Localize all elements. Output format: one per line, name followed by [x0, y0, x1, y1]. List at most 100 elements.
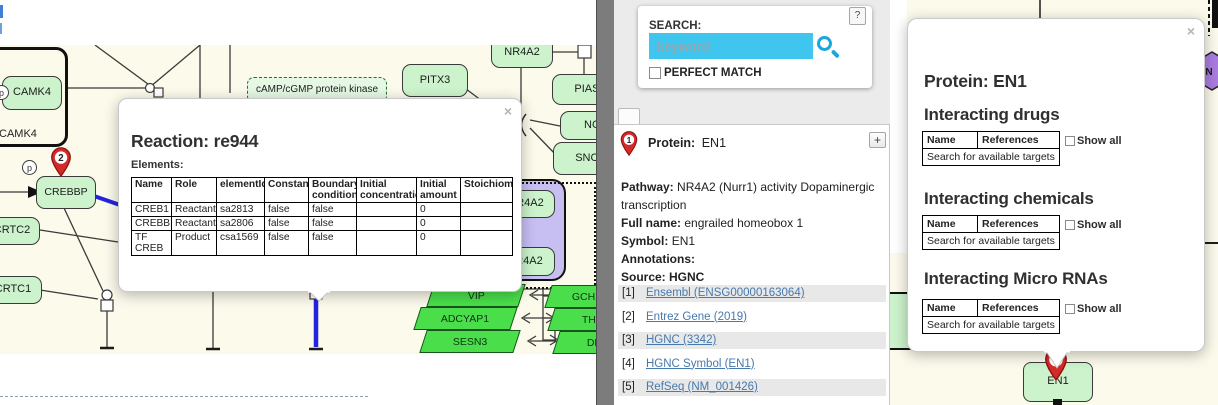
- search-input[interactable]: [649, 33, 813, 59]
- annotation-number: [2]: [622, 311, 646, 323]
- chemicals-table: NameReferences Search for available targ…: [922, 215, 1060, 250]
- node-pias4[interactable]: PIAS4: [552, 74, 596, 105]
- show-all-checkbox[interactable]: [1065, 220, 1075, 230]
- table-header-row: NameRole elementIdConstant Boundary cond…: [132, 178, 513, 203]
- search-card: SEARCH: PERFECT MATCH: [638, 6, 872, 88]
- phospho-badge: p: [22, 160, 37, 175]
- annotation-row: [1]Ensembl (ENSG00000163064): [618, 285, 886, 302]
- reaction-elements-table: NameRole elementIdConstant Boundary cond…: [131, 177, 513, 256]
- col-name: Name: [923, 300, 978, 317]
- perfect-match-label: PERFECT MATCH: [664, 67, 762, 79]
- annotation-row: [4]HGNC Symbol (EN1): [618, 356, 886, 373]
- map-bottom-margin: [0, 354, 596, 405]
- results-body: 1 Protein: EN1 + Pathway: NR4A2 (Nurr1) …: [614, 124, 890, 405]
- show-all-chemicals: Show all: [1065, 219, 1122, 231]
- right-map-canvas[interactable]: N EN1 1 × Protein: EN1 Interacting drugs…: [890, 0, 1218, 405]
- annotation-number: [3]: [622, 334, 646, 346]
- map-edge-fragment: [0, 23, 2, 34]
- elements-label: Elements:: [131, 159, 184, 171]
- annotation-row: [5]RefSeq (NM_001426): [618, 379, 886, 396]
- section-heading-mirnas: Interacting Micro RNAs: [924, 269, 1108, 289]
- result-title: Protein: EN1: [648, 136, 726, 150]
- node-crtc2[interactable]: CRTC2: [0, 217, 40, 245]
- pathway-field: Pathway: NR4A2 (Nurr1) activity Dopamine…: [621, 178, 879, 214]
- show-all-checkbox[interactable]: [1065, 304, 1075, 314]
- annotations-label: Annotations:: [621, 250, 879, 268]
- source-field: Source: HGNC: [621, 268, 879, 286]
- section-heading-drugs: Interacting drugs: [924, 105, 1059, 125]
- left-map-canvas[interactable]: CAMK4 CAMK4 p cAMP/cGMP protein kinase P…: [0, 0, 596, 405]
- close-icon[interactable]: ×: [504, 104, 512, 118]
- reaction-popup: × Reaction: re944 Elements: NameRole ele…: [118, 98, 522, 292]
- result-pin-icon: 1: [620, 131, 638, 156]
- col-name: Name: [923, 132, 978, 149]
- en1-popup: × Protein: EN1 Interacting drugs NameRef…: [907, 18, 1205, 352]
- en1-popup-title: Protein: EN1: [924, 71, 1027, 92]
- reaction-popup-tail: [308, 291, 330, 303]
- search-icon-handle: [831, 49, 840, 58]
- show-all-mirnas: Show all: [1065, 303, 1122, 315]
- node-snca[interactable]: SNCA: [553, 142, 596, 175]
- annotation-row: [2]Entrez Gene (2019): [618, 309, 886, 326]
- reaction-popup-title: Reaction: re944: [131, 131, 258, 152]
- annotation-link[interactable]: HGNC Symbol (EN1): [646, 358, 755, 370]
- node-adcyap1[interactable]: ADCYAP1: [413, 307, 517, 330]
- node-sesn3[interactable]: SESN3: [419, 330, 520, 353]
- results-tab[interactable]: [618, 108, 640, 125]
- node-crtc1[interactable]: CRTC1: [0, 276, 42, 304]
- map-top-margin: [0, 0, 596, 45]
- table-row: CREB1Reactant sa2813false false 0: [132, 203, 513, 217]
- svg-text:2: 2: [58, 153, 63, 164]
- col-name: Name: [923, 216, 978, 233]
- fullname-field: Full name: engrailed homeobox 1: [621, 214, 879, 232]
- drugs-table: NameReferences Search for available targ…: [922, 131, 1060, 166]
- annotation-row: [3]HGNC (3342): [618, 332, 886, 349]
- en1-popup-tail: [1044, 350, 1070, 370]
- table-row: TF CREBProduct csa1569false false 0: [132, 231, 513, 256]
- node-crebbp[interactable]: CREBBP: [36, 176, 96, 209]
- table-row: CREBBPReactant sa2806false false 0: [132, 217, 513, 231]
- search-targets-row: Search for available targets: [923, 317, 1060, 334]
- map-white-margin: [890, 0, 907, 253]
- annotation-link[interactable]: Entrez Gene (2019): [646, 311, 747, 323]
- search-icon[interactable]: [817, 36, 832, 51]
- annotation-number: [5]: [622, 381, 646, 393]
- node-nc[interactable]: NC: [560, 111, 596, 140]
- node-th[interactable]: TH: [547, 308, 596, 331]
- node-ddc[interactable]: DDC: [552, 331, 596, 354]
- help-button[interactable]: ?: [849, 7, 866, 25]
- search-results-panel: SEARCH: PERFECT MATCH ? 1 Protein: EN1 +…: [614, 0, 890, 405]
- result-info: Pathway: NR4A2 (Nurr1) activity Dopamine…: [621, 178, 879, 286]
- inhibition-bars: [100, 348, 323, 349]
- annotation-link[interactable]: RefSeq (NM_001426): [646, 381, 758, 393]
- search-targets-row: Search for available targets: [923, 233, 1060, 250]
- col-references: References: [978, 216, 1060, 233]
- show-all-checkbox[interactable]: [1065, 136, 1075, 146]
- col-references: References: [978, 300, 1060, 317]
- svg-text:1: 1: [627, 136, 632, 145]
- node-gch1[interactable]: GCH1: [544, 285, 596, 308]
- section-heading-chemicals: Interacting chemicals: [924, 189, 1094, 209]
- annotation-link[interactable]: HGNC (3342): [646, 334, 716, 346]
- result-title-label: Protein:: [648, 136, 695, 150]
- node-camk4[interactable]: CAMK4: [2, 76, 62, 110]
- annotation-list: [1]Ensembl (ENSG00000163064) [2]Entrez G…: [616, 285, 888, 405]
- hexagon-label: N: [1205, 67, 1212, 78]
- search-targets-row: Search for available targets: [923, 149, 1060, 166]
- app-screen: CAMK4 CAMK4 p cAMP/cGMP protein kinase P…: [0, 0, 1218, 405]
- mirnas-table: NameReferences Search for available targ…: [922, 299, 1060, 334]
- perfect-match-checkbox[interactable]: [649, 67, 661, 79]
- result-title-value: EN1: [702, 136, 726, 150]
- add-overlay-button[interactable]: +: [869, 132, 886, 148]
- node-pitx3[interactable]: PITX3: [402, 64, 468, 97]
- close-icon[interactable]: ×: [1187, 24, 1195, 38]
- map-boundary-dashed: [0, 396, 368, 397]
- col-references: References: [978, 132, 1060, 149]
- symbol-field: Symbol: EN1: [621, 232, 879, 250]
- annotation-number: [4]: [622, 358, 646, 370]
- panel-divider[interactable]: [596, 0, 614, 405]
- marker-pin-crebbp[interactable]: 2: [50, 147, 72, 177]
- annotation-number: [1]: [622, 287, 646, 299]
- modification-box: [1053, 399, 1062, 405]
- annotation-link[interactable]: Ensembl (ENSG00000163064): [646, 287, 805, 299]
